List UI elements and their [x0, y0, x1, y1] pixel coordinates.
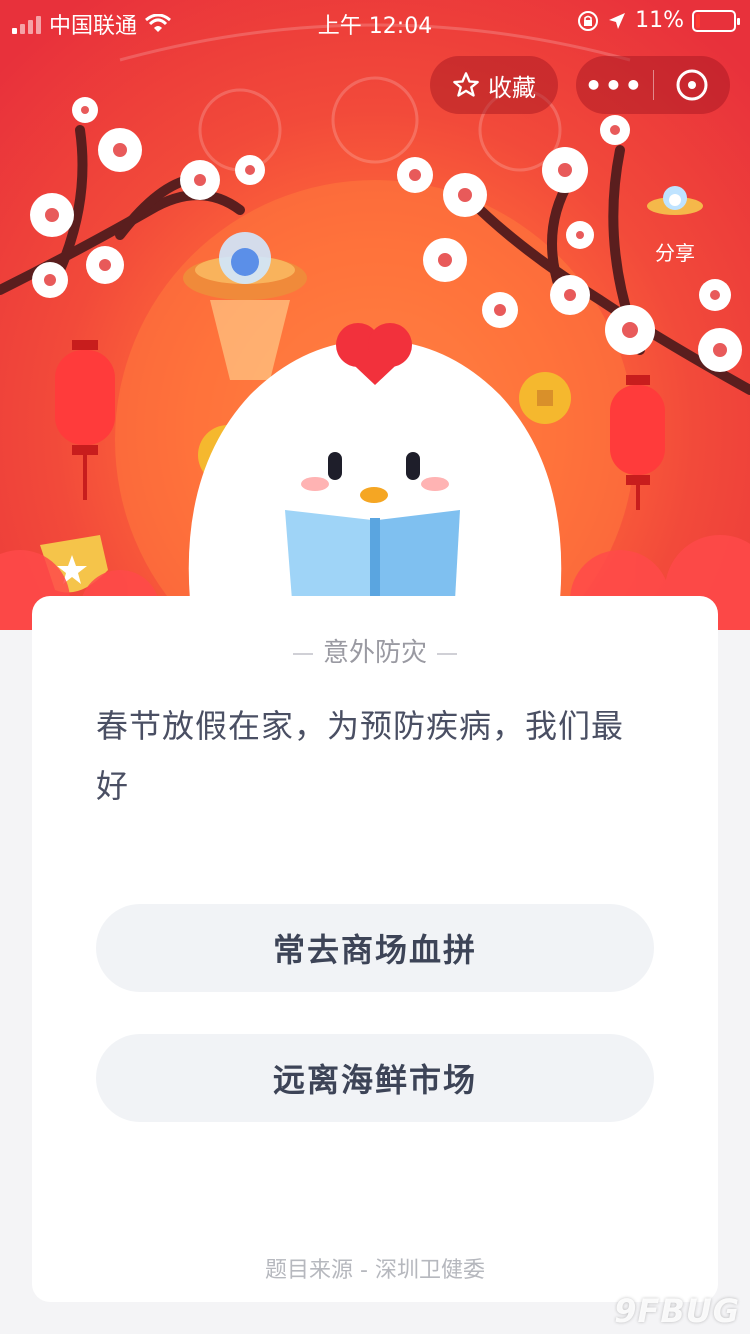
- favorite-button[interactable]: 收藏: [430, 56, 558, 114]
- watermark: 9FBUG: [614, 1292, 740, 1330]
- ufo-share-icon: [647, 186, 703, 215]
- question-card: 意外防灾 春节放假在家，为预防疾病，我们最好 常去商场血拼 远离海鲜市场 题目来…: [32, 596, 718, 1302]
- miniprogram-capsule: •••: [576, 56, 730, 114]
- more-button[interactable]: •••: [576, 56, 653, 114]
- battery-icon: [692, 9, 740, 32]
- close-button[interactable]: [654, 56, 730, 114]
- category-header: 意外防灾: [32, 632, 718, 669]
- more-icon: •••: [584, 68, 645, 102]
- answer-option-2[interactable]: 远离海鲜市场: [96, 1034, 654, 1122]
- category-label: 意外防灾: [322, 638, 427, 668]
- close-icon: [676, 69, 708, 101]
- question-text: 春节放假在家，为预防疾病，我们最好: [96, 707, 625, 805]
- share-label: 分享: [655, 241, 695, 265]
- star-icon: [453, 72, 479, 97]
- location-icon: [609, 12, 626, 29]
- divider-right: [437, 652, 457, 655]
- lantern-left: [55, 340, 115, 500]
- share-button[interactable]: 分享: [640, 178, 710, 266]
- favorite-label: 收藏: [488, 73, 536, 102]
- divider-left: [292, 652, 313, 655]
- status-bar: 中国联通 上午 12:04 11%: [0, 0, 750, 42]
- battery-percent: 11%: [635, 8, 684, 33]
- answer-option-label: 远离海鲜市场: [272, 1061, 477, 1099]
- question-source: 题目来源 - 深圳卫健委: [265, 1258, 485, 1283]
- answer-option-label: 常去商场血拼: [272, 931, 477, 969]
- rotation-lock-icon: [578, 10, 599, 31]
- answer-option-1[interactable]: 常去商场血拼: [96, 904, 654, 992]
